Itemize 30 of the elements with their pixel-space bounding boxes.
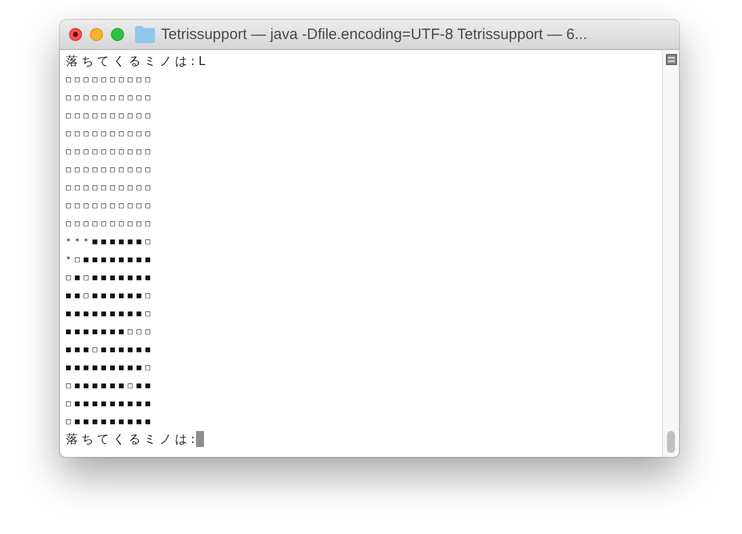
board-row: □■□■■■■■■■ [66,272,154,282]
folder-icon [135,26,155,43]
board-row: □■■■■■■■■■ [66,398,154,408]
board-row: ■■■■■■■■■□ [66,362,154,372]
split-pane-icon[interactable] [666,54,676,65]
board-row: □□□□□□□□□□ [66,110,154,120]
board-row: □□□□□□□□□□ [66,92,154,102]
window-title: Tetrissupport — java -Dfile.encoding=UTF-8 Tetrissupport — 6... [161,26,588,43]
board-row: □□□□□□□□□□ [66,182,154,192]
prompt-text: 落ちてくるミノは:L [66,52,209,70]
board-row: □□□□□□□□□□ [66,146,154,156]
board-row: ■■■■■■■□□□ [66,326,154,336]
board-row: □■■■■■■□■■ [66,380,154,390]
prompt-text: 落ちてくるミノは: [66,430,198,448]
scrollbar-thumb[interactable] [667,431,675,453]
board-row: □□□□□□□□□□ [66,74,154,84]
board-row: ***■■■■■■□ [66,236,154,246]
board-row: □□□□□□□□□□ [66,164,154,174]
board-row: □□□□□□□□□□ [66,128,154,138]
minimize-button[interactable] [90,28,103,41]
board-row: □□□□□□□□□□ [66,218,154,228]
close-button[interactable] [69,28,82,41]
board-row: □□□□□□□□□□ [66,200,154,210]
board-row: ■■■■■■■■■□ [66,308,154,318]
board-row: ■■□■■■■■■□ [66,290,154,300]
scrollbar[interactable] [662,50,679,457]
zoom-button[interactable] [111,28,124,41]
board-row: ■■■□■■■■■■ [66,344,154,354]
board-row: □■■■■■■■■■ [66,416,154,426]
board-row: *□■■■■■■■■ [66,254,154,264]
